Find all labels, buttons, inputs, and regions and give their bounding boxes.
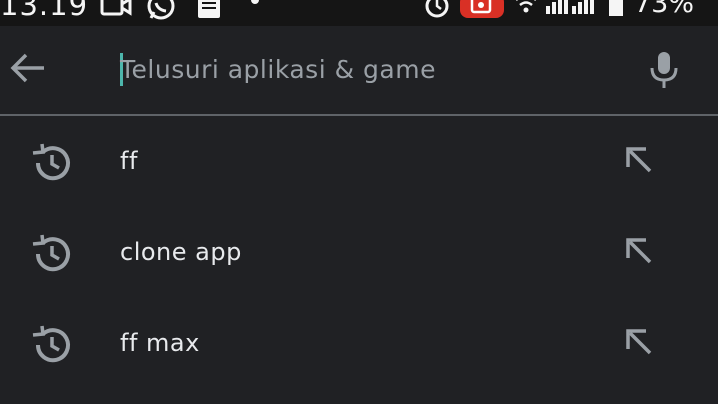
- search-input[interactable]: Telusuri aplikasi & game: [120, 46, 620, 94]
- battery-percentage: 73%: [634, 0, 695, 19]
- status-time: 13.19: [0, 0, 89, 22]
- history-icon: [32, 143, 70, 181]
- arrow-up-left-icon[interactable]: [620, 141, 660, 181]
- video-call-icon: [100, 0, 132, 24]
- arrow-up-left-icon[interactable]: [620, 323, 660, 363]
- search-history-list: ff clone app ff max: [0, 116, 718, 389]
- dot-icon: [250, 0, 260, 24]
- history-item-label: ff max: [120, 329, 200, 357]
- back-button[interactable]: [6, 46, 50, 90]
- voice-search-button[interactable]: [642, 46, 686, 94]
- wifi-icon: [514, 0, 538, 24]
- status-bar: 13.19 73%: [0, 0, 718, 26]
- arrow-left-icon: [10, 53, 44, 83]
- history-item-label: clone app: [120, 238, 242, 266]
- history-item[interactable]: ff max: [0, 298, 718, 389]
- alarm-icon: [423, 0, 451, 24]
- signal-icon: [546, 0, 572, 24]
- arrow-up-left-icon[interactable]: [620, 232, 660, 272]
- history-item[interactable]: clone app: [0, 207, 718, 298]
- search-bar: Telusuri aplikasi & game: [0, 26, 718, 114]
- screen-record-icon: [460, 0, 504, 26]
- history-icon: [32, 325, 70, 363]
- whatsapp-icon: [146, 0, 176, 24]
- signal-icon: [572, 0, 598, 24]
- history-item[interactable]: ff: [0, 116, 718, 207]
- history-icon: [32, 234, 70, 272]
- document-icon: [196, 0, 222, 24]
- microphone-icon: [650, 52, 678, 88]
- battery-icon: [606, 0, 626, 24]
- history-item-label: ff: [120, 147, 138, 175]
